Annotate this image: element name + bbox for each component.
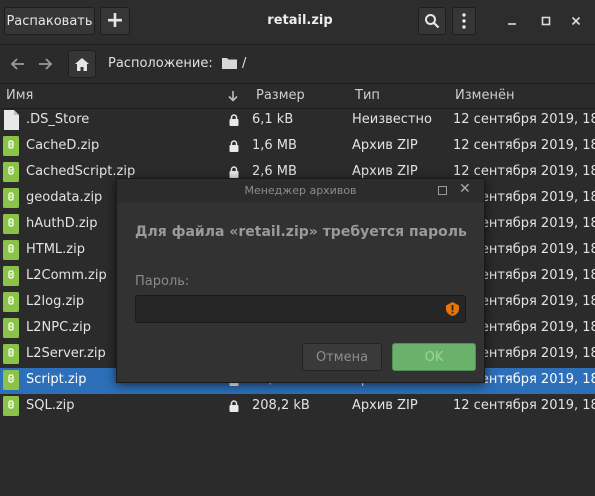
file-name: HTML.zip <box>26 242 85 257</box>
table-row[interactable]: CacheD.zip 1,6 MB Архив ZIP 12 сентября … <box>0 134 595 160</box>
zip-archive-icon <box>3 266 19 286</box>
cancel-button[interactable]: Отмена <box>302 343 382 371</box>
column-type[interactable]: Тип <box>355 88 380 103</box>
file-modified: 12 сентября 2019, 18:... <box>453 164 595 179</box>
warning-icon <box>446 302 459 316</box>
password-label: Пароль: <box>135 274 190 289</box>
dialog-close-icon[interactable]: ✕ <box>459 181 471 197</box>
file-modified: 12 сентября 2019, 18:... <box>453 138 595 153</box>
table-row[interactable]: .DS_Store 6,1 kB Неизвестно 12 сентября … <box>0 108 595 134</box>
file-name: Script.zip <box>26 372 87 387</box>
zip-archive-icon <box>3 240 19 260</box>
sort-descending-icon <box>228 91 238 102</box>
file-type: Архив ZIP <box>352 138 418 153</box>
zip-archive-icon <box>3 162 19 182</box>
file-name: hAuthD.zip <box>26 216 98 231</box>
maximize-icon <box>541 16 551 26</box>
column-name[interactable]: Имя <box>6 88 33 103</box>
dialog-titlebar[interactable]: Менеджер архивов ✕ <box>117 179 484 203</box>
file-size: 2,6 MB <box>252 164 297 179</box>
search-icon <box>425 14 440 29</box>
zip-archive-icon <box>3 214 19 234</box>
file-name: CacheD.zip <box>26 138 100 153</box>
file-size: 1,6 MB <box>252 138 297 153</box>
file-name: .DS_Store <box>26 112 90 127</box>
file-name: L2Comm.zip <box>26 268 107 283</box>
home-icon <box>75 57 89 71</box>
file-type: Архив ZIP <box>352 164 418 179</box>
zip-archive-icon <box>3 396 19 416</box>
file-name: CachedScript.zip <box>26 164 136 179</box>
lock-icon <box>229 114 239 126</box>
zip-archive-icon <box>3 370 19 390</box>
file-name: geodata.zip <box>26 190 103 205</box>
ok-button[interactable]: OK <box>392 343 476 371</box>
header-bar: Распаковать + retail.zip <box>0 0 595 45</box>
dialog-title: Менеджер архивов <box>244 184 357 197</box>
minimize-button[interactable] <box>502 11 522 31</box>
file-size: 6,1 kB <box>252 112 294 127</box>
maximize-button[interactable] <box>536 11 556 31</box>
folder-icon <box>222 58 237 69</box>
forward-arrow-icon <box>39 58 52 70</box>
column-modified[interactable]: Изменён <box>455 88 514 103</box>
zip-archive-icon <box>3 136 19 156</box>
file-name: L2Server.zip <box>26 346 106 361</box>
back-arrow-icon <box>11 58 24 70</box>
zip-archive-icon <box>3 292 19 312</box>
window-title: retail.zip <box>267 13 333 28</box>
file-name: SQL.zip <box>26 398 75 413</box>
file-modified: 12 сентября 2019, 18:52 <box>453 112 595 127</box>
search-button[interactable] <box>418 7 446 35</box>
location-label: Расположение: <box>108 56 213 71</box>
back-button[interactable] <box>7 53 29 75</box>
file-type: Неизвестно <box>352 112 432 127</box>
extract-button[interactable]: Распаковать <box>4 7 95 35</box>
zip-archive-icon <box>3 318 19 338</box>
password-dialog: Менеджер архивов ✕ Для файла «retail.zip… <box>116 178 485 383</box>
file-name: L2log.zip <box>26 294 85 309</box>
location-bar: Расположение: / <box>0 45 595 84</box>
home-button[interactable] <box>68 50 96 78</box>
add-files-button[interactable]: + <box>100 7 130 35</box>
dialog-heading: Для файла «retail.zip» требуется пароль <box>135 224 467 240</box>
zip-archive-icon <box>3 188 19 208</box>
minimize-icon <box>508 23 516 25</box>
file-size: 208,2 kB <box>252 398 310 413</box>
generic-file-icon <box>4 110 19 130</box>
column-header: Имя Размер Тип Изменён <box>0 84 595 109</box>
zip-archive-icon <box>3 344 19 364</box>
close-button[interactable] <box>566 11 586 31</box>
lock-icon <box>229 400 239 412</box>
menu-button[interactable] <box>452 7 476 35</box>
close-icon <box>571 16 581 26</box>
file-type: Архив ZIP <box>352 398 418 413</box>
column-size[interactable]: Размер <box>256 88 305 103</box>
lock-icon <box>229 140 239 152</box>
table-row[interactable]: SQL.zip 208,2 kB Архив ZIP 12 сентября 2… <box>0 394 595 420</box>
password-field[interactable] <box>135 295 466 323</box>
file-modified: 12 сентября 2019, 18:... <box>453 398 595 413</box>
file-name: L2NPC.zip <box>26 320 91 335</box>
lock-icon <box>229 166 239 178</box>
kebab-menu-icon <box>462 13 466 29</box>
forward-button[interactable] <box>34 53 56 75</box>
location-path[interactable]: / <box>242 56 246 71</box>
dialog-maximize-icon[interactable] <box>438 186 447 195</box>
